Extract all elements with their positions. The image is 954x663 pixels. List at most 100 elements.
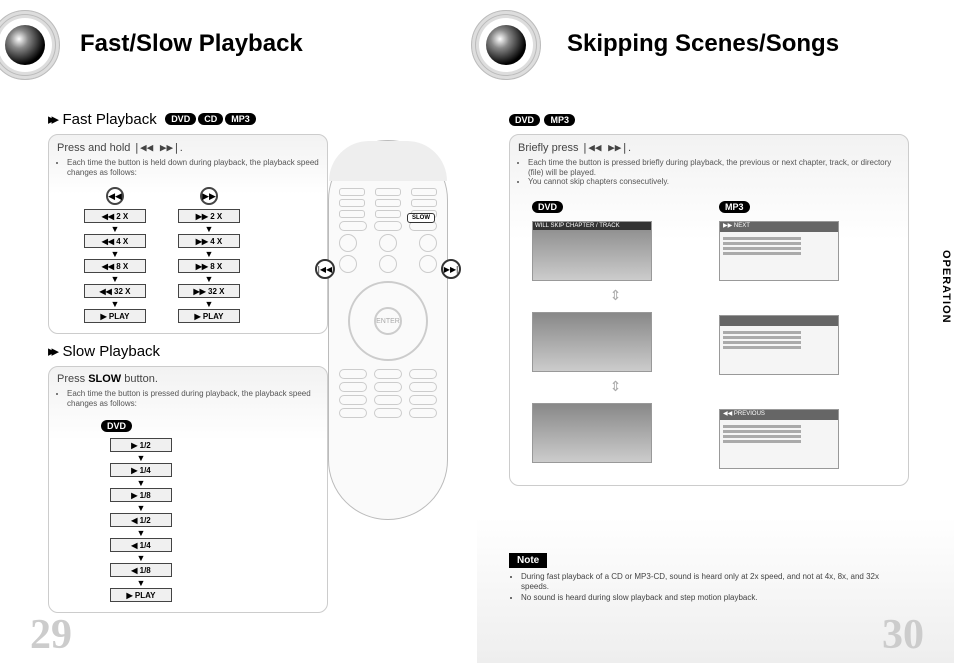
slow-play: ▶ PLAY bbox=[110, 588, 172, 602]
fwd-play: ▶ PLAY bbox=[178, 309, 240, 323]
mp3-screenshot-prev: ◀◀ PREVIOUS bbox=[719, 409, 839, 469]
fast-instruction-title: Press and hold |◀◀ ▶▶|. bbox=[57, 141, 319, 154]
mp3-screenshot-middle bbox=[719, 315, 839, 375]
slow-instr-prefix: Press bbox=[57, 373, 88, 385]
fwd-32x: ▶▶ 32 X bbox=[178, 284, 240, 298]
slow-instr-bold: SLOW bbox=[88, 373, 121, 385]
skip-down-icon: ⇕ bbox=[532, 378, 699, 395]
slow-1-2f: ▶ 1/2 bbox=[110, 438, 172, 452]
page-right: Skipping Scenes/Songs OPERATION DVD MP3 … bbox=[477, 0, 954, 663]
slow-bullets: Each time the button is pressed during p… bbox=[57, 389, 319, 408]
skip-icons: |◀◀ ▶▶| bbox=[133, 141, 179, 154]
slow-badge-dvd: DVD bbox=[101, 420, 132, 432]
heading-fast: Fast Playback bbox=[63, 111, 157, 128]
mp3-screenshot-next: ▶▶ NEXT bbox=[719, 221, 839, 281]
decor-swirl-right bbox=[471, 10, 541, 80]
title-skipping: Skipping Scenes/Songs bbox=[567, 30, 839, 58]
down-arrow-icon: ▼ bbox=[137, 479, 146, 488]
down-arrow-icon: ▼ bbox=[137, 579, 146, 588]
skip-instruction-title: Briefly press |◀◀ ▶▶|. bbox=[518, 141, 900, 154]
page-number-left: 29 bbox=[30, 611, 72, 659]
fast-badges: DVD CD MP3 bbox=[165, 113, 256, 125]
rev-button-icon: ◀◀ bbox=[106, 187, 124, 205]
down-arrow-icon: ▼ bbox=[111, 250, 120, 259]
dvd-screenshot-1: WILL SKIP CHAPTER / TRACK bbox=[532, 221, 652, 281]
badge-dvd: DVD bbox=[509, 114, 540, 126]
badge-cd: CD bbox=[198, 113, 223, 125]
fast-instruction-box: Press and hold |◀◀ ▶▶|. Each time the bu… bbox=[48, 134, 328, 334]
fast-bullet-1: Each time the button is held down during… bbox=[67, 158, 319, 177]
slow-1-2r: ◀ 1/2 bbox=[110, 513, 172, 527]
skip-bullet-2: You cannot skip chapters consecutively. bbox=[528, 177, 900, 187]
remote-control-illustration: SLOW |◀◀ ▶▶| ENTER bbox=[328, 140, 448, 520]
note-item-2: No sound is heard during slow playback a… bbox=[521, 593, 909, 603]
fast-instr-prefix: Press and hold bbox=[57, 142, 133, 154]
side-tab-operation: OPERATION bbox=[940, 250, 952, 324]
down-arrow-icon: ▼ bbox=[111, 225, 120, 234]
swirl-sphere bbox=[486, 25, 526, 65]
skip-icons: |◀◀ ▶▶| bbox=[582, 141, 628, 154]
slow-1-4f: ▶ 1/4 bbox=[110, 463, 172, 477]
badge-dvd: DVD bbox=[165, 113, 196, 125]
skip-instruction-box: Briefly press |◀◀ ▶▶|. Each time the but… bbox=[509, 134, 909, 486]
slow-instruction-box: Press SLOW button. Each time the button … bbox=[48, 366, 328, 613]
skip-mp3-col: MP3 ▶▶ NEXT ◀◀ PREVIOUS bbox=[719, 197, 886, 475]
down-arrow-icon: ▼ bbox=[137, 454, 146, 463]
remote-nav-ring: ENTER bbox=[348, 281, 428, 361]
brief-prefix: Briefly press bbox=[518, 142, 582, 154]
fast-rev-col: ◀◀ ◀◀ 2 X ▼ ◀◀ 4 X ▼ ◀◀ 8 X ▼ ◀◀ 32 X ▼ … bbox=[75, 187, 155, 325]
skip-examples: DVD WILL SKIP CHAPTER / TRACK ⇕ ⇕ MP3 ▶▶… bbox=[518, 197, 900, 475]
note-item-1: During fast playback of a CD or MP3-CD, … bbox=[521, 572, 909, 593]
section-slow-playback: Slow Playback Press SLOW button. Each ti… bbox=[48, 342, 328, 613]
down-arrow-icon: ▼ bbox=[205, 250, 214, 259]
slow-bullet-1: Each time the button is pressed during p… bbox=[67, 389, 319, 408]
note-box: Note During fast playback of a CD or MP3… bbox=[509, 550, 909, 603]
note-label: Note bbox=[509, 553, 547, 568]
slow-instruction-title: Press SLOW button. bbox=[57, 373, 319, 385]
mp3-prev-label: ◀◀ PREVIOUS bbox=[720, 410, 838, 420]
rev-32x: ◀◀ 32 X bbox=[84, 284, 146, 298]
down-arrow-icon: ▼ bbox=[111, 300, 120, 309]
skip-badges: DVD MP3 bbox=[509, 110, 909, 128]
section-fast-playback: Fast Playback DVD CD MP3 Press and hold … bbox=[48, 110, 328, 334]
rev-4x: ◀◀ 4 X bbox=[84, 234, 146, 248]
title-fast-slow: Fast/Slow Playback bbox=[80, 30, 303, 58]
down-arrow-icon: ▼ bbox=[111, 275, 120, 284]
slow-1-8r: ◀ 1/8 bbox=[110, 563, 172, 577]
skip-dvd-col: DVD WILL SKIP CHAPTER / TRACK ⇕ ⇕ bbox=[532, 197, 699, 475]
down-arrow-icon: ▼ bbox=[205, 225, 214, 234]
skip-down-icon: ⇕ bbox=[532, 287, 699, 304]
badge-mp3: MP3 bbox=[544, 114, 575, 126]
page-number-right: 30 bbox=[882, 611, 924, 659]
badge-mp3: MP3 bbox=[225, 113, 256, 125]
page-left: Fast/Slow Playback Fast Playback DVD CD … bbox=[0, 0, 477, 663]
skip-bullets: Each time the button is pressed briefly … bbox=[518, 158, 900, 187]
col-badge-mp3: MP3 bbox=[719, 201, 750, 213]
remote-enter-button: ENTER bbox=[374, 307, 402, 335]
remote-slow-button: SLOW bbox=[407, 213, 435, 223]
fwd-8x: ▶▶ 8 X bbox=[178, 259, 240, 273]
remote-skip-next-icon: ▶▶| bbox=[441, 259, 461, 279]
section-marker-icon bbox=[48, 342, 58, 360]
fwd-2x: ▶▶ 2 X bbox=[178, 209, 240, 223]
rev-2x: ◀◀ 2 X bbox=[84, 209, 146, 223]
skip-bullet-1: Each time the button is pressed briefly … bbox=[528, 158, 900, 177]
section-marker-icon bbox=[48, 110, 58, 128]
rev-play: ▶ PLAY bbox=[84, 309, 146, 323]
slow-speed-col-wrap: DVD ▶ 1/2 ▼ ▶ 1/4 ▼ ▶ 1/8 ▼ ◀ 1/2 ▼ ◀ 1/… bbox=[101, 416, 319, 604]
slow-1-4r: ◀ 1/4 bbox=[110, 538, 172, 552]
rev-8x: ◀◀ 8 X bbox=[84, 259, 146, 273]
slow-instr-suffix: button. bbox=[121, 373, 158, 385]
slow-1-8f: ▶ 1/8 bbox=[110, 488, 172, 502]
note-list: During fast playback of a CD or MP3-CD, … bbox=[509, 572, 909, 603]
slow-speed-col: ▶ 1/2 ▼ ▶ 1/4 ▼ ▶ 1/8 ▼ ◀ 1/2 ▼ ◀ 1/4 ▼ … bbox=[101, 438, 181, 604]
dvd-caption: WILL SKIP CHAPTER / TRACK bbox=[533, 222, 651, 230]
fast-speed-columns: ◀◀ ◀◀ 2 X ▼ ◀◀ 4 X ▼ ◀◀ 8 X ▼ ◀◀ 32 X ▼ … bbox=[75, 187, 319, 325]
down-arrow-icon: ▼ bbox=[137, 504, 146, 513]
remote-skip-prev-icon: |◀◀ bbox=[315, 259, 335, 279]
heading-slow: Slow Playback bbox=[63, 343, 161, 360]
down-arrow-icon: ▼ bbox=[205, 275, 214, 284]
mp3-next-label: ▶▶ NEXT bbox=[720, 222, 838, 232]
section-skipping: DVD MP3 Briefly press |◀◀ ▶▶|. Each time… bbox=[509, 110, 909, 486]
remote-top bbox=[329, 141, 447, 181]
